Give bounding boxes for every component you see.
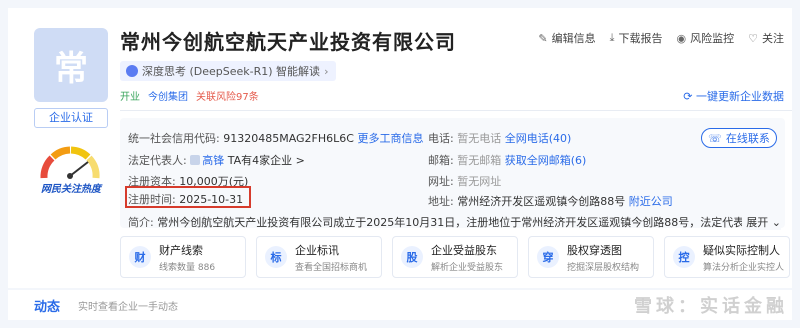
risk-tag[interactable]: 关联风险97条 (196, 88, 259, 103)
credit-code-row: 统一社会信用代码: 91320485MAG2FH6L6C 更多工商信息 (128, 132, 424, 145)
equity-graph-icon: 穿 (537, 246, 559, 268)
feature-card-bids[interactable]: 标 企业标讯 查看全国招标商机 (256, 236, 382, 278)
divider (120, 110, 792, 111)
credit-code-value: 91320485MAG2FH6L6C (223, 132, 354, 145)
intro-row: 简介: 常州今创航空航天产业投资有限公司成立于2025年10月31日，注册地位于… (128, 214, 778, 230)
address-row: 地址: 常州经济开发区遥观镇今创路88号 附近公司 (428, 195, 673, 208)
legal-rep-name[interactable]: 高锋 (202, 154, 224, 167)
dynamic-tab[interactable]: 动态 (34, 296, 60, 315)
feature-card-beneficial-owners[interactable]: 股 企业受益股东 解析企业受益股东 (392, 236, 518, 278)
expand-button[interactable]: 展开 ⌄ (742, 214, 781, 230)
more-business-link[interactable]: 更多工商信息 (357, 132, 423, 145)
heart-icon: ♡ (748, 31, 758, 45)
dynamic-subtitle: 实时查看企业一手动态 (78, 301, 179, 313)
online-contact-button[interactable]: ☏ 在线联系 (701, 128, 777, 148)
chevron-right-icon: › (324, 64, 329, 78)
company-name: 常州今创航空航天产业投资有限公司 (120, 30, 456, 54)
refresh-icon: ⟳ (683, 90, 696, 103)
property-clues-icon: 财 (129, 246, 151, 268)
follow-button[interactable]: ♡ 关注 (748, 30, 784, 46)
ai-analysis-button[interactable]: 深度思考 (DeepSeek-R1) 智能解读 › (120, 61, 337, 81)
registration-time-row: 注册时间: 2025-10-31 (128, 193, 244, 206)
eye-icon: ◉ (676, 31, 687, 45)
edit-icon: ✎ (538, 31, 548, 45)
hot-label: 网民关注热度 (41, 184, 101, 195)
company-logo: 常 (34, 28, 108, 102)
beneficial-owners-icon: 股 (401, 246, 423, 268)
refresh-data-link[interactable]: ⟳ 一键更新企业数据 (683, 88, 784, 104)
registration-time-value: 2025-10-31 (179, 193, 244, 206)
ai-pill-label: 深度思考 (DeepSeek-R1) 智能解读 (142, 65, 321, 78)
bids-icon: 标 (265, 246, 287, 268)
nearby-companies-link[interactable]: 附近公司 (629, 195, 673, 208)
feature-cards: 财 财产线索 线索数量 886 标 企业标讯 查看全国招标商机 股 企业受益股东 解析… (120, 236, 790, 278)
edit-info-button[interactable]: ✎ 编辑信息 (538, 30, 595, 46)
chat-icon: ☏ (708, 131, 722, 145)
watermark: 雪球：实话金融 (634, 296, 788, 317)
company-header-card: 常 企业认证 网民关注热度 常州今创航空航天产业投资有限公司 深度思考 (Dee… (8, 8, 792, 288)
intro-text: 常州今创航空航天产业投资有限公司成立于2025年10月31日，注册地位于常州经济… (157, 216, 778, 229)
controller-icon: 控 (673, 246, 695, 268)
certification-badge[interactable]: 企业认证 (34, 108, 108, 128)
feature-card-property-clues[interactable]: 财 财产线索 线索数量 886 (120, 236, 246, 278)
info-panel: 统一社会信用代码: 91320485MAG2FH6L6C 更多工商信息 电话: … (120, 118, 785, 230)
feature-card-equity-graph[interactable]: 穿 股权穿透图 挖掘深层股权结构 (528, 236, 654, 278)
status-tags: 开业 今创集团 关联风险97条 (120, 88, 259, 103)
feature-card-controller[interactable]: 控 疑似实际控制人 算法分析企业实控人 (664, 236, 790, 278)
phone-link[interactable]: 全网电话(40) (505, 132, 572, 145)
ai-icon (126, 65, 138, 77)
download-report-button[interactable]: ⤓ 下载报告 (610, 30, 663, 46)
email-row: 邮箱: 暂无邮箱 获取全网邮箱(6) (428, 154, 587, 167)
email-link[interactable]: 获取全网邮箱(6) (505, 154, 587, 167)
risk-monitor-button[interactable]: ◉ 风险监控 (677, 30, 735, 46)
address-value: 常州经济开发区遥观镇今创路88号 (457, 195, 626, 208)
top-actions: ✎ 编辑信息 ⤓ 下载报告 ◉ 风险监控 ♡ 关注 (538, 30, 784, 46)
phone-row: 电话: 暂无电话 全网电话(40) (428, 132, 572, 145)
legal-rep-companies[interactable]: TA有4家企业 > (228, 154, 305, 167)
group-tag[interactable]: 今创集团 (148, 88, 188, 103)
chevron-down-icon: ⌄ (768, 216, 781, 229)
website-row: 网址: 暂无网址 (428, 175, 502, 188)
download-icon: ⤓ (609, 31, 615, 44)
legal-rep-row: 法定代表人: 高锋 TA有4家企业 > (128, 154, 305, 167)
status-badge: 开业 (120, 92, 140, 103)
person-icon (190, 155, 201, 165)
